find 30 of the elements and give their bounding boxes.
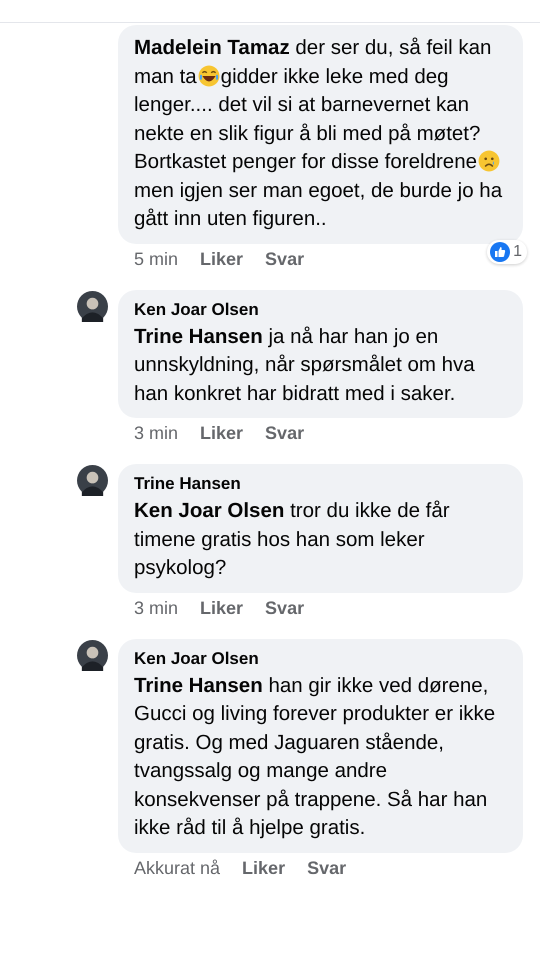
thumbs-up-icon [490,242,510,262]
avatar[interactable] [77,640,108,670]
like-link[interactable]: Liker [200,598,244,618]
timestamp: 3 min [134,598,178,618]
comment-text: Trine Hansen ja nå har han jo en unnskyldning, når spørsmålet om hva han konkret har bidratt med i saker. [134,324,476,406]
reply-link[interactable]: Svar [265,423,304,444]
mention-link[interactable]: Trine Hansen [134,324,263,348]
reply-link[interactable]: Svar [265,248,304,270]
author-name[interactable]: Ken Joar Olsen [134,648,503,670]
avatar[interactable] [77,290,108,322]
like-link[interactable]: Liker [242,858,286,878]
like-link[interactable]: Liker [200,248,244,270]
comment-text: Ken Joar Olsen tror du ikke de får timene gratis hos han som leker psykolog? [134,498,451,581]
like-link[interactable]: Liker [200,423,244,444]
sad-face-icon [478,150,500,172]
mention-link[interactable]: Trine Hansen [134,674,263,696]
author-name[interactable]: Ken Joar Olsen [134,298,503,320]
timestamp: Akkurat nå [134,858,220,878]
laughing-face-icon [198,64,220,86]
timestamp: 5 min [134,248,178,270]
reaction-count[interactable]: 1 [487,240,527,264]
reply-link[interactable]: Svar [307,858,346,878]
comment-text: Madelein Tamaz der ser du, så feil kan man ta gidder ikke leke med deg lenger.... det vil si at barnevernet kan nekte en slik figur å bli med på møtet? Bortkastet penger for disse foreldrene men igjen ser man egoet, de burde jo ha gått inn uten figuren.. [134,35,503,232]
timestamp: 3 min [134,423,178,444]
reply-link[interactable]: Svar [265,598,304,618]
avatar[interactable] [77,465,108,496]
author-name[interactable]: Trine Hansen [134,473,503,495]
comment-text: Trine Hansen han gir ikke ved dørene, Gucci og living forever produkter er ikke gratis. Og med Jaguaren stående, tvangssalg og mange andre konsekvenser på trappene. Så har han ikke råd til å hjelpe gratis. [134,672,496,841]
author-name[interactable]: Madelein Tamaz [134,36,290,59]
mention-link[interactable]: Ken Joar Olsen [134,499,284,522]
